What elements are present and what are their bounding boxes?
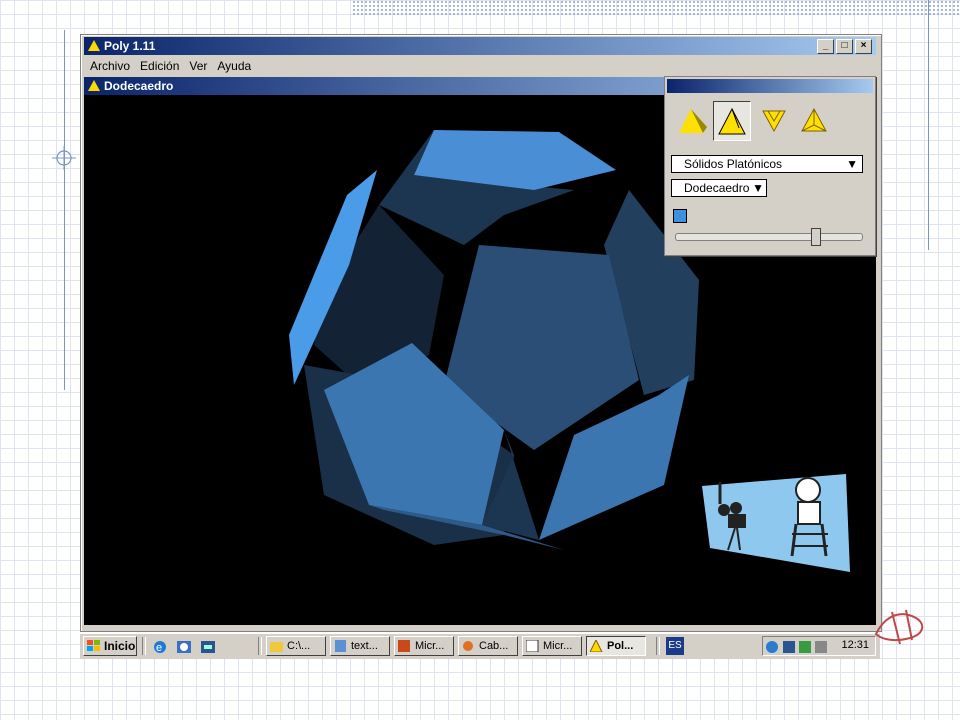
maximize-button[interactable]: □ <box>836 39 853 54</box>
crosshair-icon <box>52 146 76 170</box>
solid-view-icon <box>679 109 707 133</box>
system-tray: 12:31 <box>762 636 876 656</box>
menu-ayuda[interactable]: Ayuda <box>212 57 256 75</box>
net-unfold-button[interactable] <box>755 101 791 139</box>
window-icon <box>526 640 539 652</box>
slider-thumb[interactable] <box>811 228 822 246</box>
clock[interactable]: 12:31 <box>841 639 869 651</box>
taskbar-button-microsoft[interactable]: Micr... <box>522 636 582 656</box>
solid-view-selected-button[interactable] <box>713 101 751 141</box>
menu-bar: Archivo Edición Ver Ayuda <box>85 57 256 75</box>
taskbar-separator <box>656 637 660 655</box>
taskbar: Inicio e C:\... text... Micr... Cab... M… <box>80 632 880 659</box>
category-value: Sólidos Platónicos <box>684 157 783 171</box>
taskbar-button-label: Pol... <box>607 640 634 652</box>
panel-title-bar[interactable] <box>667 79 873 93</box>
tray-icons[interactable] <box>765 639 835 655</box>
powerpoint-icon <box>398 640 410 652</box>
svg-text:e: e <box>156 642 162 654</box>
start-button[interactable]: Inicio <box>83 636 137 656</box>
decorative-vertical-line-right <box>928 0 929 250</box>
document-icon <box>335 640 346 652</box>
desktop-icon[interactable] <box>200 639 216 655</box>
taskbar-button-text[interactable]: text... <box>330 636 390 656</box>
taskbar-button-label: text... <box>351 640 378 652</box>
size-slider[interactable] <box>675 228 863 246</box>
start-label: Inicio <box>104 639 136 653</box>
taskbar-button-powerpoint[interactable]: Micr... <box>394 636 454 656</box>
net-unfold-icon <box>762 110 786 133</box>
poly-doc-icon <box>88 80 100 91</box>
language-indicator[interactable]: ES <box>666 637 684 655</box>
document-title: Dodecaedro <box>104 79 174 93</box>
menu-edicion[interactable]: Edición <box>135 57 184 75</box>
taskbar-button-label: Micr... <box>415 640 445 652</box>
view-toolbar <box>673 101 831 141</box>
minimize-button[interactable]: _ <box>817 39 834 54</box>
taskbar-button-label: Cab... <box>479 640 509 652</box>
category-select[interactable]: Sólidos Platónicos ▼ <box>671 155 863 173</box>
menu-ver[interactable]: Ver <box>184 57 212 75</box>
decorative-dotted-band <box>352 0 960 16</box>
filmmaker-cartoon-image <box>702 474 850 572</box>
poly-icon <box>590 640 603 652</box>
taskbar-button-label: C:\... <box>287 640 311 652</box>
wireframe-button[interactable] <box>795 101 831 139</box>
decorative-logo-icon <box>874 609 924 645</box>
outlook-icon[interactable] <box>176 639 192 655</box>
decorative-vertical-line <box>64 30 65 390</box>
taskbar-button-label: Micr... <box>543 640 573 652</box>
poly-app-icon <box>88 40 100 51</box>
solid-value: Dodecaedro <box>684 181 750 195</box>
folder-icon <box>270 642 283 652</box>
solid-view-button[interactable] <box>673 101 709 139</box>
menu-archivo[interactable]: Archivo <box>85 57 135 75</box>
taskbar-separator <box>258 637 262 655</box>
taskbar-button-cab[interactable]: Cab... <box>458 636 518 656</box>
taskbar-button-poly[interactable]: Pol... <box>586 636 646 656</box>
chevron-down-icon: ▼ <box>846 157 858 171</box>
solid-select[interactable]: Dodecaedro ▼ <box>671 179 767 197</box>
control-panel: Sólidos Platónicos ▼ Dodecaedro ▼ <box>664 76 876 256</box>
color-swatch[interactable] <box>673 209 687 223</box>
windows-logo-icon <box>87 640 100 651</box>
chevron-down-icon: ▼ <box>752 181 764 195</box>
ie-icon[interactable]: e <box>152 639 168 655</box>
title-bar: Poly 1.11 _ □ × <box>84 37 876 55</box>
wireframe-icon <box>801 107 827 132</box>
solid-view-selected-icon <box>718 107 746 135</box>
taskbar-button-explorer[interactable]: C:\... <box>266 636 326 656</box>
app-icon <box>463 641 473 651</box>
taskbar-separator <box>142 637 146 655</box>
close-button[interactable]: × <box>855 39 872 54</box>
window-title: Poly 1.11 <box>104 39 156 53</box>
